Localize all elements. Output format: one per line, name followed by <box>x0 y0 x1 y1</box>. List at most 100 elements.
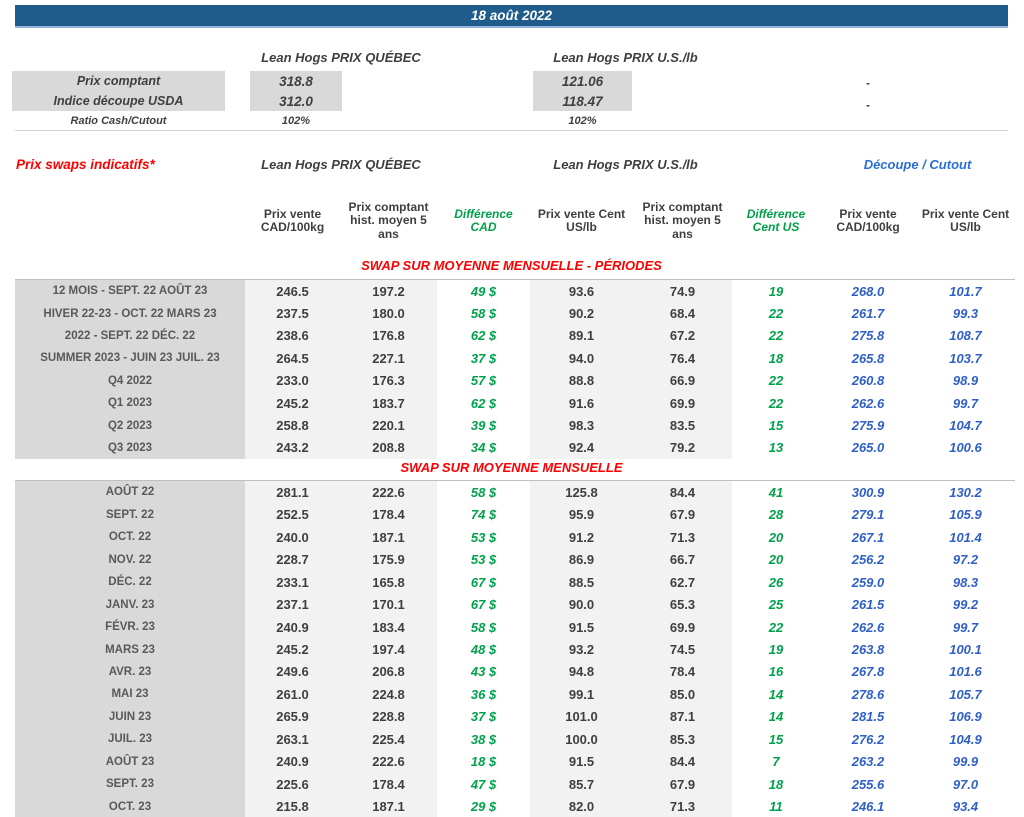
row-label: AVR. 23 <box>15 660 245 684</box>
value-cell: 101.7 <box>949 283 982 299</box>
value-cell: 197.4 <box>340 638 437 661</box>
value-cell: 93.2 <box>530 638 633 661</box>
spot-us-value: 121.06 <box>533 71 632 91</box>
value-cell: 104.9 <box>949 731 982 747</box>
value-cell: 62 $ <box>470 328 497 344</box>
swap-table-mensuelle: AOÛT 22 281.1 222.6 58 $125.8 84.4 41 300.9 130… <box>15 480 1015 817</box>
value-cell: 97.2 <box>952 552 979 568</box>
value-cell: 208.8 <box>340 436 437 460</box>
value-cell: 176.3 <box>340 369 437 392</box>
value-cell: 71.3 <box>633 795 732 817</box>
value-cell: 245.2 <box>245 638 340 661</box>
column-header: Prix vente Cent US/lb <box>921 206 1010 234</box>
value-cell: 84.4 <box>633 750 732 774</box>
row-label: DÉC. 22 <box>15 570 245 594</box>
value-cell: 67 $ <box>470 597 497 613</box>
value-cell: 87.1 <box>633 705 732 729</box>
row-label: JUIL. 23 <box>15 728 245 751</box>
value-cell: 258.8 <box>245 414 340 437</box>
row-label: SEPT. 22 <box>15 503 245 526</box>
spot-dash: - <box>866 98 870 112</box>
spot-us-header: Lean Hogs PRIX U.S./lb <box>553 50 698 65</box>
value-cell: 246.1 <box>851 799 885 815</box>
value-cell: 197.2 <box>340 280 437 303</box>
value-cell: 18 <box>768 776 784 792</box>
value-cell: 99.7 <box>952 619 979 635</box>
value-cell: 49 $ <box>470 283 497 299</box>
row-label: Q2 2023 <box>15 414 245 437</box>
value-cell: 38 $ <box>470 731 497 747</box>
value-cell: 245.2 <box>245 391 340 415</box>
row-label: OCT. 22 <box>15 525 245 549</box>
value-cell: 278.6 <box>851 686 885 702</box>
value-cell: 94.8 <box>530 660 633 684</box>
row-label: SEPT. 23 <box>15 773 245 796</box>
value-cell: 265.0 <box>851 440 885 456</box>
value-cell: 104.7 <box>949 418 982 434</box>
value-cell: 67.2 <box>633 324 732 348</box>
row-label: JUIN 23 <box>15 705 245 729</box>
value-cell: 84.4 <box>633 481 732 504</box>
value-cell: 57 $ <box>470 373 497 389</box>
value-cell: 259.0 <box>851 574 885 590</box>
value-cell: 108.7 <box>949 328 982 344</box>
value-cell: 267.1 <box>851 529 885 545</box>
value-cell: 255.6 <box>851 776 885 792</box>
value-cell: 101.6 <box>949 664 982 680</box>
value-cell: 97.0 <box>952 776 979 792</box>
value-cell: 22 <box>768 395 784 411</box>
value-cell: 85.3 <box>633 728 732 751</box>
row-label: SUMMER 2023 - JUIN 23 JUIL. 23 <box>15 347 245 370</box>
value-cell: 53 $ <box>470 552 497 568</box>
value-cell: 220.1 <box>340 414 437 437</box>
value-cell: 78.4 <box>633 660 732 684</box>
value-cell: 228.7 <box>245 548 340 571</box>
value-cell: 88.8 <box>530 369 633 392</box>
value-cell: 170.1 <box>340 593 437 616</box>
row-label: OCT. 23 <box>15 795 245 817</box>
row-label: NOV. 22 <box>15 548 245 571</box>
value-cell: 263.8 <box>851 642 885 658</box>
spot-row-label: Ratio Cash/Cutout <box>70 115 167 127</box>
row-label: Q3 2023 <box>15 436 245 460</box>
value-cell: 183.4 <box>340 615 437 639</box>
value-cell: 279.1 <box>851 507 885 523</box>
value-cell: 178.4 <box>340 773 437 796</box>
value-cell: 19 <box>768 642 784 658</box>
value-cell: 74 $ <box>470 507 497 523</box>
value-cell: 41 <box>768 484 784 500</box>
value-cell: 16 <box>768 664 784 680</box>
value-cell: 99.9 <box>952 754 979 770</box>
date-banner: 18 août 2022 <box>15 5 1008 28</box>
row-label: JANV. 23 <box>15 593 245 616</box>
value-cell: 26 <box>768 574 784 590</box>
cutout-header: Découpe / Cutout <box>863 157 972 172</box>
value-cell: 275.9 <box>851 418 885 434</box>
value-cell: 263.2 <box>851 754 885 770</box>
value-cell: 105.9 <box>949 507 982 523</box>
value-cell: 101.4 <box>949 529 982 545</box>
value-cell: 125.8 <box>530 481 633 504</box>
value-cell: 53 $ <box>470 529 497 545</box>
section-title-mensuelle: SWAP SUR MOYENNE MENSUELLE <box>400 460 623 475</box>
spot-quebec-header: Lean Hogs PRIX QUÉBEC <box>261 50 421 65</box>
value-cell: 13 <box>768 440 784 456</box>
value-cell: 18 $ <box>470 754 497 770</box>
value-cell: 233.0 <box>245 369 340 392</box>
value-cell: 98.3 <box>952 574 979 590</box>
value-cell: 91.5 <box>530 750 633 774</box>
column-header-row: Prix vente CAD/100kg Prix comptant hist.… <box>15 190 1015 252</box>
value-cell: 249.6 <box>245 660 340 684</box>
spot-us-value: 118.47 <box>533 91 632 111</box>
value-cell: 66.9 <box>633 369 732 392</box>
report-date: 18 août 2022 <box>470 8 553 23</box>
spot-qc-value: 318.8 <box>250 71 342 91</box>
value-cell: 93.4 <box>952 799 979 815</box>
value-cell: 276.2 <box>851 731 885 747</box>
value-cell: 47 $ <box>470 776 497 792</box>
value-cell: 14 <box>768 686 784 702</box>
value-cell: 79.2 <box>633 436 732 460</box>
value-cell: 237.5 <box>245 302 340 325</box>
column-header: Prix vente Cent US/lb <box>537 206 626 234</box>
value-cell: 99.3 <box>952 306 979 322</box>
